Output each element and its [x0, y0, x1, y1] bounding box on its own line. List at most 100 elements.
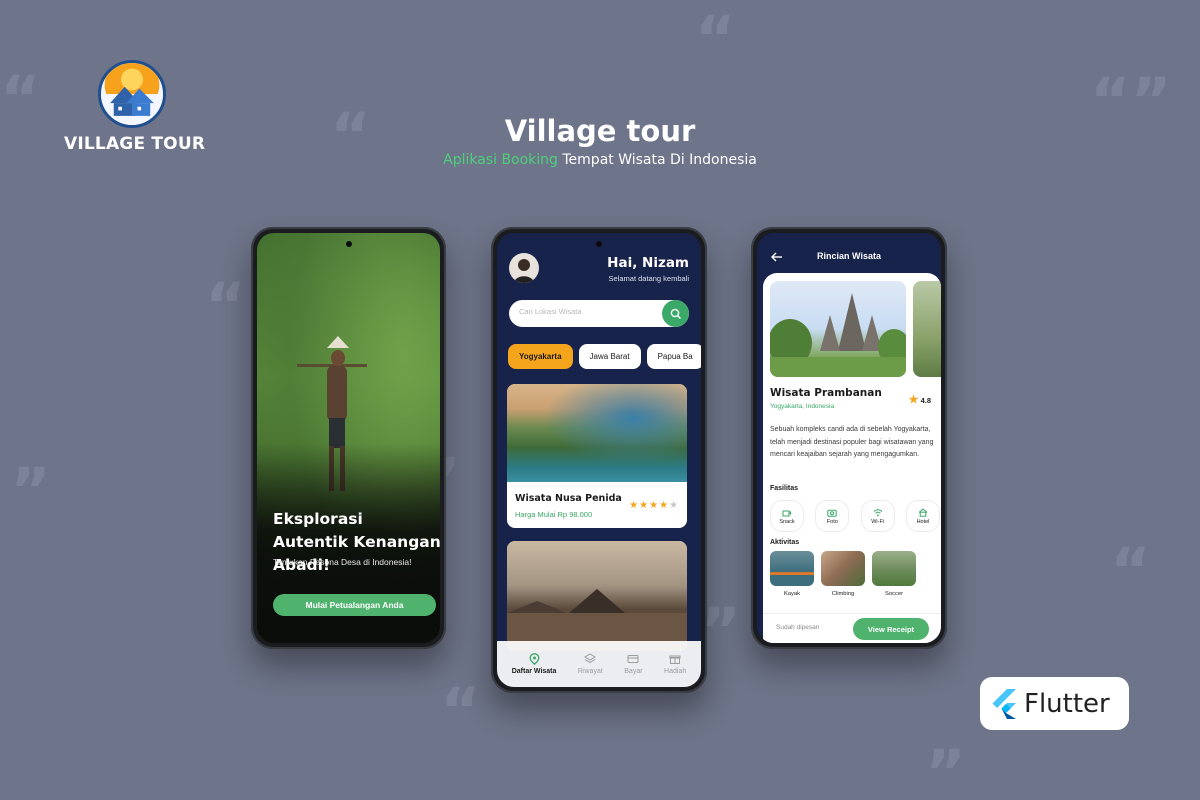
activities-list: Kayak Climbing Soccer — [770, 551, 923, 597]
activity-kayak[interactable]: Kayak — [770, 551, 814, 597]
nav-label: Bayar — [624, 668, 643, 675]
chip-yogyakarta[interactable]: Yogyakarta — [508, 344, 573, 369]
avatar[interactable] — [509, 253, 539, 283]
booking-footer: Sudah dipesan View Receipt — [763, 613, 941, 643]
nav-daftar-wisata[interactable]: Daftar Wisata — [511, 653, 557, 675]
mountain-shape — [507, 589, 687, 651]
activity-soccer[interactable]: Soccer — [872, 551, 916, 597]
decorative-quote: ” — [10, 454, 51, 527]
destination-location: Yogyakarta, Indonesia — [770, 403, 835, 410]
activity-label: Climbing — [831, 591, 855, 597]
onboarding-tagline: Temukan Pesona Desa di Indonesia! — [273, 557, 412, 567]
destination-card[interactable] — [507, 541, 687, 651]
detail-header: Rincian Wisata — [757, 247, 941, 267]
star-empty-icon: ★ — [669, 500, 679, 511]
kayak-photo — [770, 551, 814, 586]
card-price: Harga Mulai Rp 98.000 — [515, 510, 593, 519]
star-icon: ★ — [908, 394, 919, 406]
page-header: Village tour Aplikasi Booking Tempat Wis… — [0, 114, 1200, 168]
climbing-photo — [821, 551, 865, 586]
nav-hadiah[interactable]: Hadiah — [664, 653, 686, 675]
start-adventure-button[interactable]: Mulai Petualangan Anda — [273, 594, 436, 616]
phone-detail: Rincian Wisata Wisata Prambanan Yogyakar… — [751, 227, 947, 649]
bottom-navigation: Daftar Wisata Riwayat Bayar Hadiah — [497, 641, 701, 687]
star-icon: ★ — [629, 500, 640, 511]
booking-status: Sudah dipesan — [776, 624, 820, 631]
star-rating: ★★★★★ — [629, 500, 679, 511]
card-title: Wisata Nusa Penida — [515, 493, 622, 504]
user-avatar-icon — [514, 259, 534, 283]
flutter-logo-icon — [992, 688, 1016, 719]
star-icon: ★ — [659, 500, 670, 511]
bromo-photo — [507, 541, 687, 651]
facility-foto[interactable]: Foto — [815, 500, 850, 532]
page-title: Village tour — [504, 114, 696, 148]
soccer-photo — [872, 551, 916, 586]
search-button[interactable] — [662, 300, 689, 327]
subtitle-accent: Aplikasi Booking — [443, 152, 558, 168]
front-camera — [596, 241, 602, 247]
nav-label: Riwayat — [577, 668, 603, 675]
nav-bayar[interactable]: Bayar — [624, 653, 643, 675]
star-icon: ★ — [639, 500, 650, 511]
camera-icon — [827, 509, 838, 517]
flutter-badge: Flutter — [980, 677, 1129, 730]
facility-label: Foto — [826, 518, 838, 525]
destination-rating: ★ 4.8 — [909, 393, 931, 406]
detail-sheet: Wisata Prambanan Yogyakarta, Indonesia ★… — [763, 273, 941, 643]
home-screen: Hai, Nizam Selamat datang kembali Yogyak… — [497, 233, 701, 687]
decorative-quote: “ — [1110, 534, 1151, 607]
flutter-label: Flutter — [1024, 688, 1110, 719]
nav-label: Daftar Wisata — [511, 668, 557, 675]
chip-papua-barat[interactable]: Papua Ba — [646, 344, 701, 369]
front-camera — [345, 241, 352, 247]
coffee-icon — [782, 510, 791, 516]
decorative-quote: “ — [440, 674, 481, 747]
temple-shape — [770, 293, 906, 377]
onboarding-screen: Eksplorasi Autentik Kenangan Abadi! Temu… — [257, 233, 440, 643]
decorative-quote: “ — [695, 2, 736, 75]
location-pin-icon — [529, 653, 540, 665]
facility-label: Wi-Fi — [871, 518, 885, 525]
home-icon — [918, 507, 928, 517]
gift-icon — [669, 655, 681, 664]
layers-icon — [584, 653, 597, 664]
activity-climbing[interactable]: Climbing — [821, 551, 865, 597]
destination-card[interactable]: Wisata Nusa Penida Harga Mulai Rp 98.000… — [507, 384, 687, 528]
facility-hotel[interactable]: Hotel — [905, 500, 940, 532]
nav-riwayat[interactable]: Riwayat — [578, 653, 603, 675]
next-photo[interactable] — [913, 281, 941, 377]
detail-title: Rincian Wisata — [817, 251, 881, 261]
search-input[interactable] — [519, 307, 649, 316]
region-chips: Yogyakarta Jawa Barat Papua Ba — [508, 344, 701, 369]
search-icon — [670, 308, 681, 319]
phone-onboarding: Eksplorasi Autentik Kenangan Abadi! Temu… — [251, 227, 446, 649]
star-icon: ★ — [649, 500, 660, 511]
card-icon — [627, 655, 639, 663]
greeting-subtitle: Selamat datang kembali — [608, 274, 689, 283]
subtitle-rest: Tempat Wisata Di Indonesia — [557, 152, 757, 168]
activity-label: Soccer — [884, 591, 904, 597]
destination-description: Sebuah kompleks candi ada di sebelah Yog… — [770, 426, 934, 458]
facility-snack[interactable]: Snack — [770, 500, 804, 532]
prambanan-photo[interactable] — [770, 281, 906, 377]
detail-screen: Rincian Wisata Wisata Prambanan Yogyakar… — [757, 233, 941, 643]
facility-wifi[interactable]: Wi-Fi — [860, 500, 895, 532]
wifi-icon — [873, 508, 882, 516]
decorative-quote: ” — [925, 736, 966, 800]
decorative-quote: “ — [205, 269, 246, 342]
search-bar — [509, 300, 689, 327]
phone-home: Hai, Nizam Selamat datang kembali Yogyak… — [491, 227, 707, 693]
greeting-name: Hai, Nizam — [607, 255, 689, 271]
activity-label: Kayak — [783, 591, 801, 597]
facilities-label: Fasilitas — [770, 485, 799, 492]
chip-jawa-barat[interactable]: Jawa Barat — [578, 344, 641, 369]
destination-name: Wisata Prambanan — [770, 387, 882, 399]
greeting: Hai, Nizam Selamat datang kembali — [607, 255, 689, 283]
activities-label: Aktivitas — [770, 539, 800, 546]
nusa-penida-photo — [507, 384, 687, 482]
facility-label: Snack — [779, 518, 795, 525]
page-subtitle: Aplikasi Booking Tempat Wisata Di Indone… — [0, 152, 1200, 168]
facility-label: Hotel — [916, 518, 930, 525]
view-receipt-button[interactable]: View Receipt — [853, 618, 929, 640]
